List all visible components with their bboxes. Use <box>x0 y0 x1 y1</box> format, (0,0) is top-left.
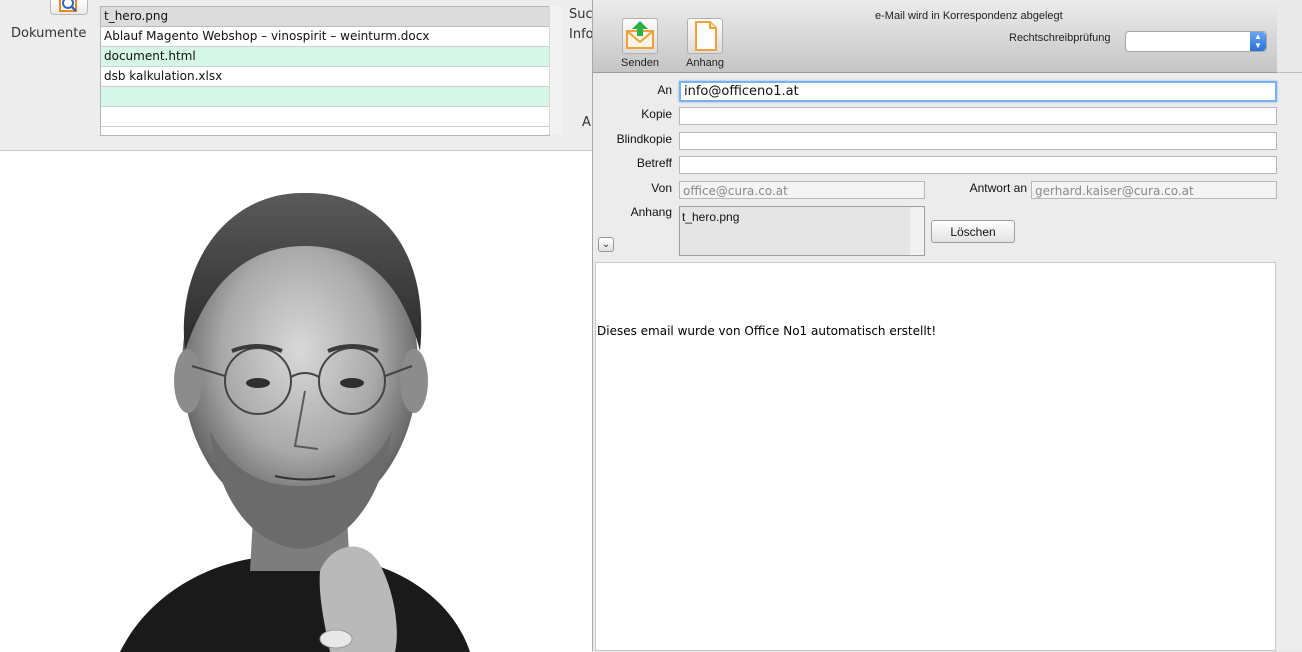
search-label-partial: Suc <box>569 7 593 22</box>
email-body-editor[interactable]: Dieses email wurde von Office No1 automa… <box>595 262 1276 651</box>
document-list[interactable]: t_hero.png Ablauf Magento Webshop – vino… <box>100 6 550 136</box>
toolbar-extension <box>1277 0 1302 73</box>
to-field[interactable]: info@officeno1.at <box>679 81 1277 102</box>
email-compose-window: Senden Anhang e-Mail wird in Korresponde… <box>592 0 1302 651</box>
expand-chevron-icon[interactable]: ⌄ <box>598 237 614 252</box>
attachment-document-icon <box>687 18 723 54</box>
document-list-scrollbar[interactable] <box>549 6 562 134</box>
document-row[interactable]: t_hero.png <box>101 7 549 27</box>
reply-to-label: Antwort an <box>969 181 1027 195</box>
subject-field[interactable] <box>679 156 1277 174</box>
document-row[interactable] <box>101 107 549 127</box>
email-toolbar: Senden Anhang e-Mail wird in Korresponde… <box>593 0 1277 73</box>
spellcheck-label: Rechtschreibprüfung <box>1009 32 1111 44</box>
document-preview-image <box>0 150 592 652</box>
document-row[interactable]: Ablauf Magento Webshop – vinospirit – we… <box>101 27 549 47</box>
to-label: An <box>657 83 672 97</box>
attach-label: Anhang <box>686 57 724 69</box>
attachment-list[interactable]: t_hero.png <box>679 206 925 256</box>
send-icon <box>622 18 658 54</box>
documents-label: Dokumente <box>11 26 87 41</box>
from-label: Von <box>651 181 672 195</box>
info-label-partial: Info <box>569 27 594 42</box>
spellcheck-select[interactable]: ▲ ▼ <box>1125 31 1267 52</box>
from-field[interactable]: office@cura.co.at <box>679 181 925 199</box>
attachment-label: Anhang <box>630 205 672 219</box>
send-label: Senden <box>621 57 659 69</box>
cc-field[interactable] <box>679 107 1277 125</box>
reply-to-field[interactable]: gerhard.kaiser@cura.co.at <box>1031 181 1277 199</box>
document-row[interactable] <box>101 87 549 107</box>
portrait-photo <box>0 151 592 652</box>
document-row[interactable]: document.html <box>101 47 549 67</box>
magnifier-icon <box>59 0 77 12</box>
attachment-item[interactable]: t_hero.png <box>680 207 910 255</box>
email-body-text: Dieses email wurde von Office No1 automa… <box>597 324 937 338</box>
email-status-text: e-Mail wird in Korrespondenz abgelegt <box>875 10 1063 22</box>
attachment-scrollbar[interactable] <box>910 207 924 255</box>
bcc-label: Blindkopie <box>616 132 672 146</box>
email-body-scrollbar[interactable] <box>1277 262 1302 651</box>
send-button[interactable]: Senden <box>616 18 664 69</box>
bcc-field[interactable] <box>679 132 1277 150</box>
document-search-button[interactable] <box>50 0 88 15</box>
document-manager-window: Dokumente t_hero.png Ablauf Magento Webs… <box>0 0 600 652</box>
select-stepper-icon: ▲ ▼ <box>1250 32 1266 51</box>
attach-button[interactable]: Anhang <box>681 18 729 69</box>
delete-attachment-button[interactable]: Löschen <box>931 220 1015 243</box>
cc-label: Kopie <box>641 107 672 121</box>
label-partial: A <box>582 115 591 130</box>
document-row[interactable]: dsb kalkulation.xlsx <box>101 67 549 87</box>
subject-label: Betreff <box>636 156 672 170</box>
